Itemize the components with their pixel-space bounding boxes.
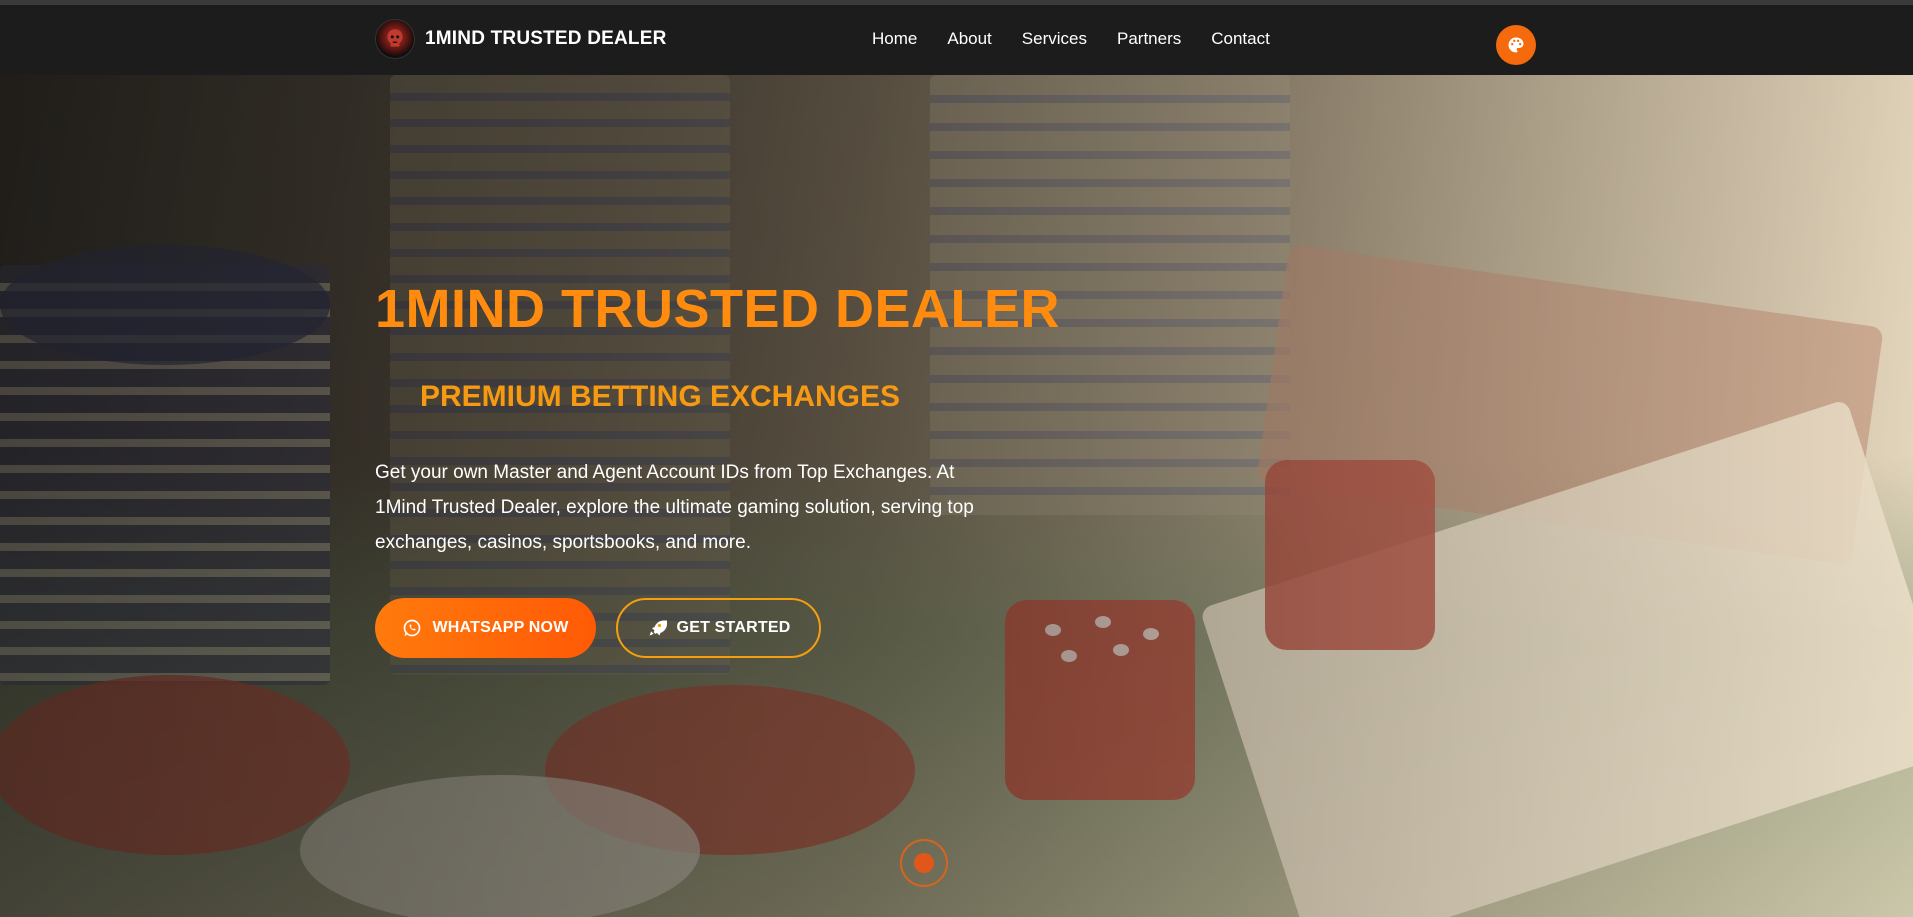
hero-subtitle: PREMIUM BETTING EXCHANGES	[420, 380, 901, 413]
scroll-down-indicator[interactable]	[900, 839, 948, 887]
hero-description: Get your own Master and Agent Account ID…	[375, 462, 974, 553]
main-nav: Home About Services Partners Contact	[872, 29, 1270, 49]
navbar: 1MIND TRUSTED DEALER Home About Services…	[0, 5, 1913, 75]
nav-about[interactable]: About	[947, 29, 991, 49]
get-started-button[interactable]: GET STARTED	[616, 598, 821, 658]
whatsapp-now-button[interactable]: WHATSAPP NOW	[375, 598, 596, 658]
brand[interactable]: 1MIND TRUSTED DEALER	[375, 19, 667, 59]
palette-icon	[1508, 37, 1524, 53]
nav-partners[interactable]: Partners	[1117, 29, 1181, 49]
hero-section: 1MIND TRUSTED DEALER PREMIUM BETTING EXC…	[0, 75, 1913, 917]
brand-logo	[375, 19, 415, 59]
nav-services[interactable]: Services	[1022, 29, 1087, 49]
whatsapp-icon	[404, 619, 421, 637]
hero-title: 1MIND TRUSTED DEALER	[375, 279, 1061, 339]
nav-home[interactable]: Home	[872, 29, 917, 49]
scroll-dot	[914, 853, 934, 873]
brand-name: 1MIND TRUSTED DEALER	[425, 28, 667, 49]
nav-contact[interactable]: Contact	[1211, 29, 1270, 49]
get-started-label: GET STARTED	[676, 619, 791, 636]
rocket-icon	[649, 620, 667, 636]
whatsapp-button-label: WHATSAPP NOW	[432, 619, 569, 636]
theme-toggle-button[interactable]	[1496, 25, 1536, 65]
